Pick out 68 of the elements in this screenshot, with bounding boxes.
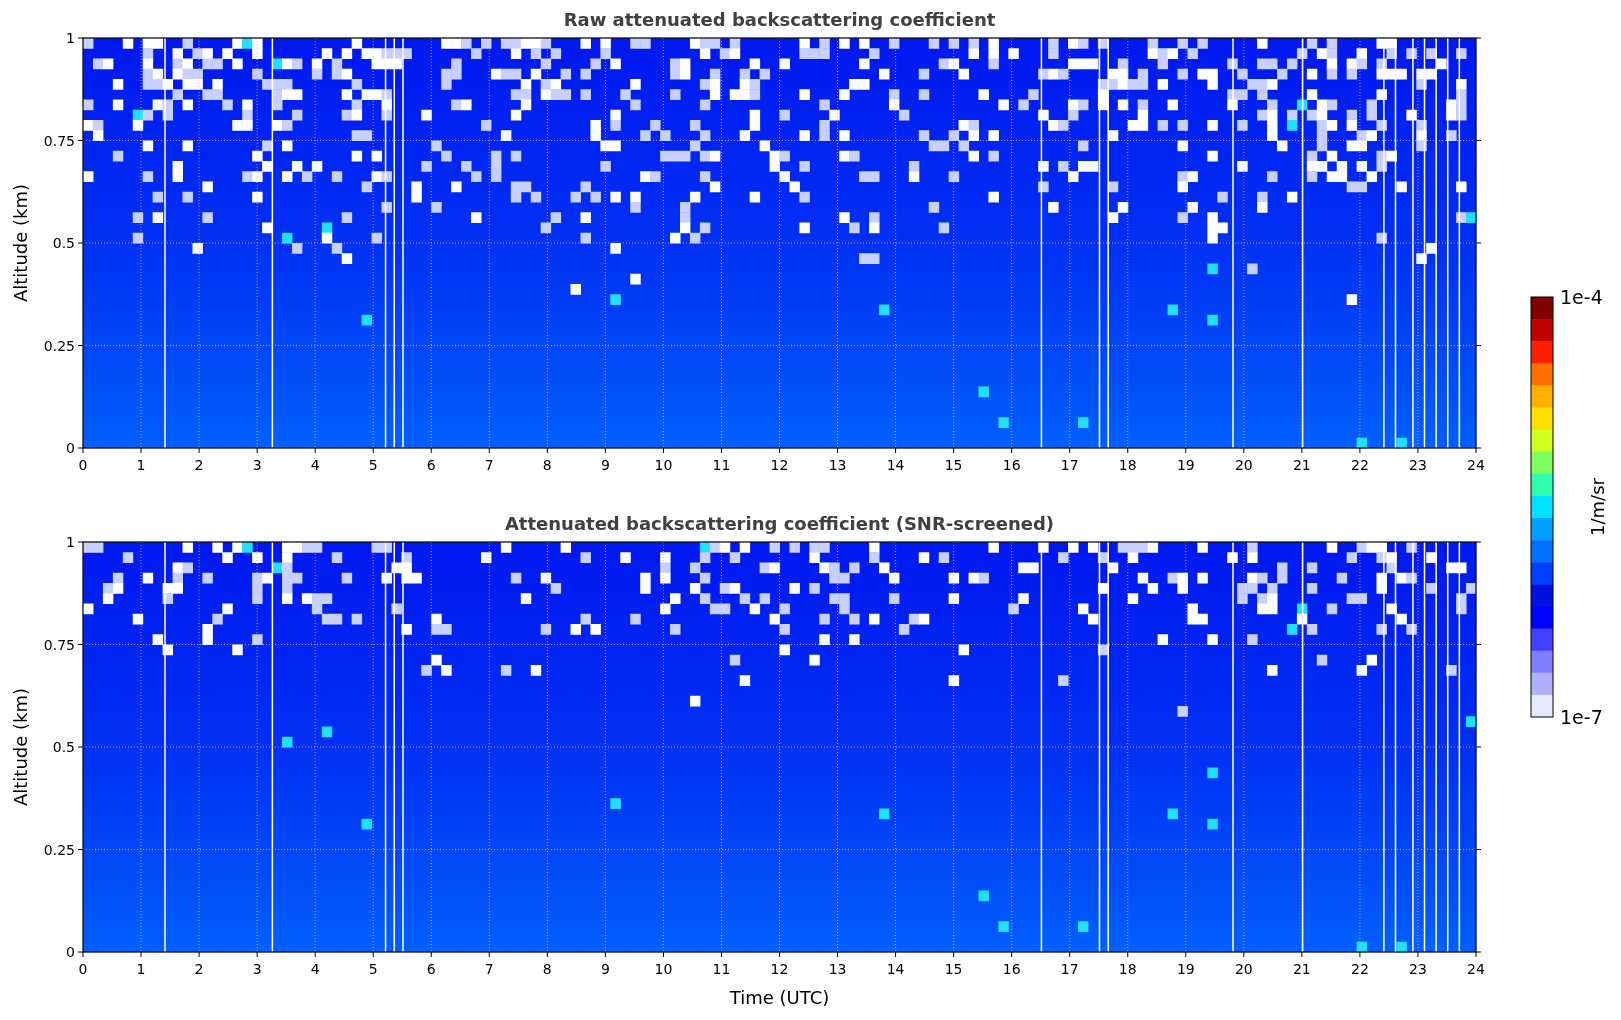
tick-label: 2	[194, 457, 204, 473]
tick-label: 0	[66, 440, 75, 456]
tick-label: 20	[1234, 961, 1253, 977]
tick-label: 11	[712, 457, 731, 473]
colorbar-tick-label: 1e-4	[1560, 286, 1603, 308]
tick-label: 0.5	[52, 235, 75, 251]
tick-label: 11	[712, 961, 731, 977]
axis-label: Time (UTC)	[729, 987, 830, 1008]
tick-label: 6	[426, 457, 436, 473]
tick-label: 18	[1118, 961, 1137, 977]
tick-label: 17	[1060, 961, 1079, 977]
colorbar-label: 1/m/sr	[1587, 478, 1608, 536]
tick-label: 7	[484, 457, 494, 473]
axis-label: Altitude (km)	[10, 183, 31, 303]
tick-label: 6	[426, 961, 436, 977]
tick-label: 3	[252, 961, 262, 977]
tick-label: 9	[600, 961, 610, 977]
tick-label: 9	[600, 457, 610, 473]
tick-label: 7	[484, 961, 494, 977]
tick-label: 21	[1292, 961, 1311, 977]
tick-label: 4	[310, 961, 320, 977]
tick-label: 16	[1002, 961, 1021, 977]
tick-label: 24	[1467, 961, 1485, 977]
tick-label: 14	[886, 961, 905, 977]
tick-label: 1	[66, 534, 75, 550]
tick-label: 19	[1176, 961, 1195, 977]
tick-label: 5	[368, 961, 378, 977]
tick-label: 19	[1176, 457, 1195, 473]
tick-label: 13	[828, 457, 847, 473]
tick-label: 12	[770, 457, 789, 473]
tick-label: 12	[770, 961, 789, 977]
tick-label: 10	[654, 961, 673, 977]
tick-label: 21	[1292, 457, 1311, 473]
tick-label: 0.5	[52, 739, 75, 755]
tick-label: 14	[886, 457, 905, 473]
tick-label: 10	[654, 457, 673, 473]
tick-label: 0.75	[43, 636, 75, 653]
panel-title: Attenuated backscattering coefficient (SNR-screened)	[504, 513, 1055, 534]
axis-label: Altitude (km)	[10, 687, 31, 807]
tick-label: 23	[1409, 961, 1427, 977]
tick-label: 23	[1409, 457, 1427, 473]
tick-label: 0	[78, 457, 88, 473]
tick-label: 17	[1060, 457, 1079, 473]
tick-label: 4	[310, 457, 320, 473]
tick-label: 2	[194, 961, 204, 977]
panel-title: Raw attenuated backscattering coefficient	[563, 9, 996, 30]
tick-label: 0	[78, 961, 88, 977]
tick-label: 0.25	[43, 337, 75, 354]
tick-label: 0	[66, 944, 75, 960]
tick-label: 0.75	[43, 132, 75, 149]
tick-label: 24	[1467, 457, 1485, 473]
tick-label: 13	[828, 961, 847, 977]
tick-label: 3	[252, 457, 262, 473]
tick-label: 15	[944, 457, 963, 473]
tick-label: 16	[1002, 457, 1021, 473]
tick-label: 5	[368, 457, 378, 473]
tick-label: 1	[66, 30, 75, 46]
tick-label: 1	[136, 457, 146, 473]
tick-label: 0.25	[43, 841, 75, 858]
tick-label: 22	[1351, 457, 1369, 473]
tick-label: 8	[542, 961, 552, 977]
tick-label: 20	[1234, 457, 1253, 473]
colorbar-tick-label: 1e-7	[1560, 706, 1603, 728]
tick-label: 15	[944, 961, 963, 977]
tick-label: 22	[1351, 961, 1369, 977]
tick-label: 18	[1118, 457, 1137, 473]
tick-label: 1	[136, 961, 146, 977]
tick-label: 8	[542, 457, 552, 473]
